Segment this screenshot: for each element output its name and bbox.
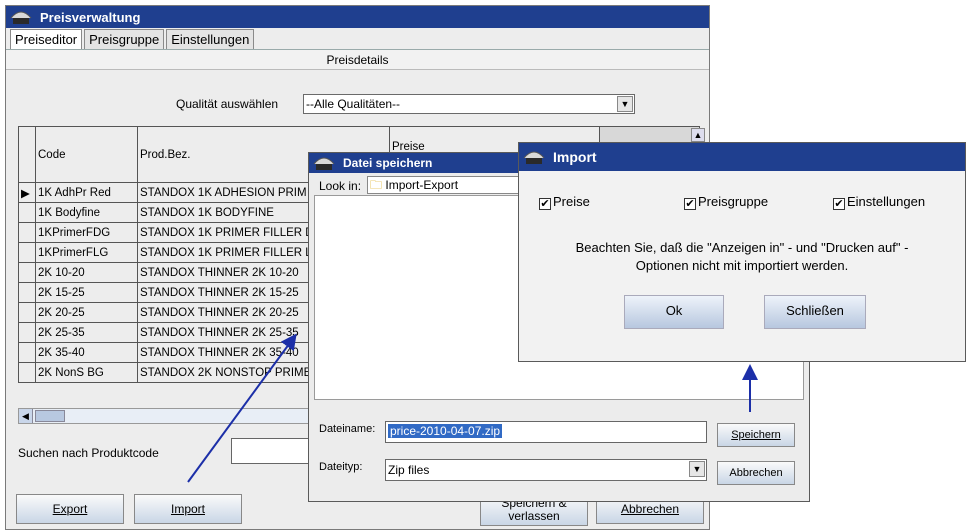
import-button[interactable]: Import xyxy=(134,494,242,524)
scroll-thumb[interactable] xyxy=(35,410,65,422)
dialog-cancel-button[interactable]: Abbrechen xyxy=(717,461,795,485)
ok-button[interactable]: Ok xyxy=(624,295,724,329)
filename-label: Dateiname: xyxy=(319,423,376,435)
filetype-label: Dateityp: xyxy=(319,461,363,473)
import-dialog: Import ✔ Preise ✔ Preisgruppe ✔ Einstellung… xyxy=(518,142,966,362)
row-pointer-icon: ▶ xyxy=(18,182,36,203)
import-message: Beachten Sie, daß die "Anzeigen in" - un… xyxy=(575,240,909,273)
lookin-label: Look in: xyxy=(319,179,362,193)
checkbox-checked-icon[interactable]: ✔ xyxy=(539,198,551,210)
horizontal-scrollbar[interactable]: ◀ xyxy=(18,408,318,424)
checkbox-preisgruppe[interactable]: ✔ Preisgruppe xyxy=(684,194,768,210)
folder-icon: 🗀 xyxy=(370,178,383,192)
import-title: Import xyxy=(553,149,597,165)
cell-code[interactable]: 2K 10-20 xyxy=(35,262,138,283)
scroll-left-icon[interactable]: ◀ xyxy=(19,409,33,423)
checkbox-checked-icon[interactable]: ✔ xyxy=(684,198,696,210)
main-title: Preisverwaltung xyxy=(40,9,141,25)
quality-select-value: --Alle Qualitäten-- xyxy=(306,97,401,111)
tab-einstellungen[interactable]: Einstellungen xyxy=(166,29,255,49)
search-label: Suchen nach Produktcode xyxy=(18,446,159,460)
cell-code[interactable]: 2K 20-25 xyxy=(35,302,138,323)
save-dialog-title: Datei speichern xyxy=(343,156,433,170)
quality-row: Qualität auswählen --Alle Qualitäten-- ▼ xyxy=(6,92,709,116)
checkbox-einstellungen[interactable]: ✔ Einstellungen xyxy=(833,194,925,210)
filetype-select[interactable]: Zip files ▼ xyxy=(385,459,707,481)
scroll-up-icon[interactable]: ▲ xyxy=(691,128,705,142)
header-rowselector xyxy=(18,126,36,183)
cell-code[interactable]: 1K AdhPr Red xyxy=(35,182,138,203)
tab-preiseditor[interactable]: Preiseditor xyxy=(10,29,83,49)
tab-preisgruppe[interactable]: Preisgruppe xyxy=(84,29,165,49)
import-dialog-titlebar: Import xyxy=(519,143,965,171)
app-icon xyxy=(10,11,32,24)
filetype-value: Zip files xyxy=(388,463,430,477)
quality-select[interactable]: --Alle Qualitäten-- ▼ xyxy=(303,94,635,114)
cell-code[interactable]: 2K NonS BG xyxy=(35,362,138,383)
cell-code[interactable]: 1K Bodyfine xyxy=(35,202,138,223)
cell-code[interactable]: 2K 15-25 xyxy=(35,282,138,303)
cell-code[interactable]: 2K 25-35 xyxy=(35,322,138,343)
dialog-save-button[interactable]: Speichern xyxy=(717,423,795,447)
checkbox-checked-icon[interactable]: ✔ xyxy=(833,198,845,210)
close-button[interactable]: Schließen xyxy=(764,295,866,329)
cell-code[interactable]: 2K 35-40 xyxy=(35,342,138,363)
filename-value: price-2010-04-07.zip xyxy=(388,424,503,438)
main-titlebar: Preisverwaltung xyxy=(6,6,709,28)
lookin-value: Import-Export xyxy=(385,178,459,192)
header-code[interactable]: Code xyxy=(35,126,138,183)
search-input[interactable] xyxy=(231,438,311,464)
app-icon xyxy=(523,151,545,164)
quality-label: Qualität auswählen xyxy=(176,97,279,111)
tab-bar: Preiseditor Preisgruppe Einstellungen xyxy=(6,28,709,50)
cell-code[interactable]: 1KPrimerFDG xyxy=(35,222,138,243)
app-icon xyxy=(313,157,335,170)
dropdown-arrow-icon[interactable]: ▼ xyxy=(617,96,633,112)
section-header: Preisdetails xyxy=(6,50,709,70)
export-button[interactable]: Export xyxy=(16,494,124,524)
cell-code[interactable]: 1KPrimerFLG xyxy=(35,242,138,263)
filename-input[interactable]: price-2010-04-07.zip xyxy=(385,421,707,443)
checkbox-preise[interactable]: ✔ Preise xyxy=(539,194,590,210)
dropdown-arrow-icon[interactable]: ▼ xyxy=(689,461,705,477)
